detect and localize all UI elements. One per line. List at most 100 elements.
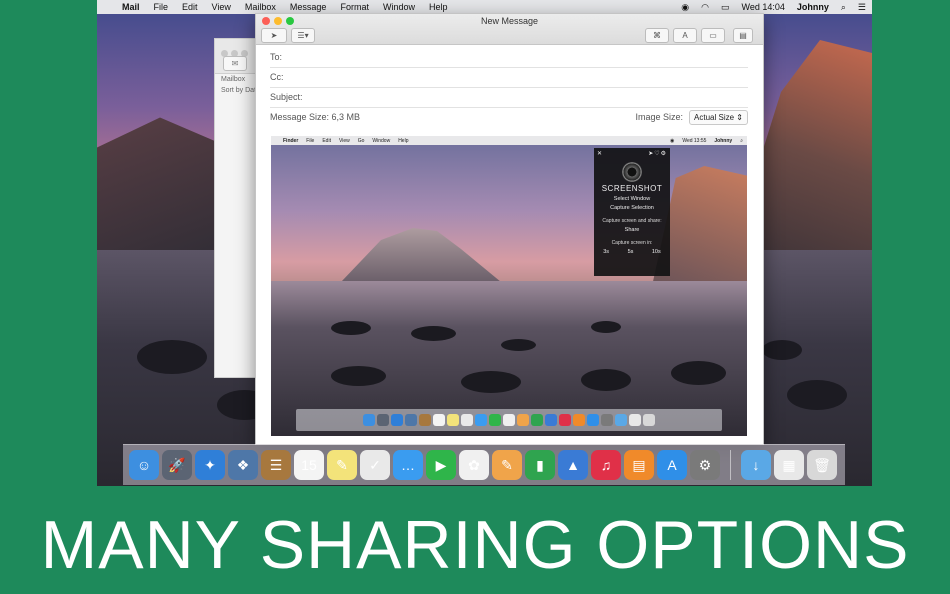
- cc-label: Cc:: [270, 72, 284, 82]
- rock: [411, 326, 456, 341]
- mini-preview-icon: [405, 414, 417, 426]
- facetime-icon[interactable]: ▶: [426, 450, 456, 480]
- rock: [591, 321, 621, 333]
- send-button[interactable]: ➤: [261, 28, 287, 43]
- subject-field[interactable]: Subject:: [270, 88, 748, 108]
- user-menu[interactable]: Johnny: [791, 0, 835, 14]
- menu-view[interactable]: View: [205, 0, 238, 14]
- dock-separator: [730, 450, 731, 480]
- camera-icon[interactable]: ◉: [675, 0, 695, 14]
- keynote-icon[interactable]: ▲: [558, 450, 588, 480]
- select-window-option[interactable]: Select Window: [594, 196, 670, 202]
- reminders-icon[interactable]: ✓: [360, 450, 390, 480]
- headline: MANY SHARING OPTIONS: [40, 507, 910, 583]
- itunes-icon[interactable]: ♫: [591, 450, 621, 480]
- mini-trash-icon: [643, 414, 655, 426]
- notification-center-icon[interactable]: ☰: [852, 0, 872, 14]
- desktop: Mail File Edit View Mailbox Message Form…: [97, 0, 872, 486]
- stationery-icon[interactable]: ▤: [733, 28, 753, 43]
- photos-icon[interactable]: ✿: [459, 450, 489, 480]
- popup-toolbar-icons[interactable]: ➤♡⚙: [648, 150, 667, 157]
- calendar-icon[interactable]: 15: [294, 450, 324, 480]
- compose-window: New Message ➤ ☰▾ ⌘ A ▭ ▤ To: Cc: Subject…: [255, 13, 764, 445]
- image-size-label: Image Size:: [635, 112, 684, 122]
- mini-finder-icon: [363, 414, 375, 426]
- screenshot-menu-bar: Finder File Edit View Go Window Help ◉ W…: [271, 136, 747, 145]
- format-button[interactable]: A: [673, 28, 697, 43]
- preview-icon[interactable]: ❖: [228, 450, 258, 480]
- rock: [137, 340, 207, 374]
- mini-system-preferences-icon: [601, 414, 613, 426]
- notes-icon[interactable]: ✎: [327, 450, 357, 480]
- screenshot-app-popup: ✕ ➤♡⚙ SCREENSHOT Select Window Capture S…: [594, 148, 670, 276]
- rock: [331, 321, 371, 335]
- messages-icon[interactable]: …: [393, 450, 423, 480]
- mini-keynote-icon: [545, 414, 557, 426]
- screenshot-menu-window: Window: [372, 137, 391, 144]
- screenshot-dock: [296, 409, 722, 431]
- menu-help[interactable]: Help: [422, 0, 455, 14]
- screenshot-user: Johnny: [714, 137, 733, 144]
- attach-icon[interactable]: ⌘: [645, 28, 669, 43]
- capture-in-label: Capture screen in:: [611, 240, 653, 246]
- status-area: ◉ ◠ ▭ Wed 14:04 Johnny ⌕ ☰: [675, 0, 872, 14]
- message-size: Message Size: 6,3 MB: [270, 112, 361, 122]
- battery-icon[interactable]: ▭: [715, 0, 736, 14]
- screenshot-app-name: Finder: [283, 137, 299, 144]
- popup-header: ✕ ➤♡⚙: [594, 148, 670, 160]
- pages-icon[interactable]: ✎: [492, 450, 522, 480]
- mini-notes-icon: [447, 414, 459, 426]
- mini-safari-icon: [391, 414, 403, 426]
- header-fields-button[interactable]: ☰▾: [291, 28, 315, 43]
- clock[interactable]: Wed 14:04: [735, 0, 790, 14]
- mini-documents-icon: [629, 414, 641, 426]
- numbers-icon[interactable]: ▮: [525, 450, 555, 480]
- app-store-icon[interactable]: A: [657, 450, 687, 480]
- message-info-row: Message Size: 6,3 MB Image Size: Actual …: [270, 108, 748, 127]
- menu-mailbox[interactable]: Mailbox: [238, 0, 283, 14]
- subject-label: Subject:: [270, 92, 303, 102]
- safari-icon[interactable]: ✦: [195, 450, 225, 480]
- wifi-icon[interactable]: ◠: [695, 0, 715, 14]
- screenshot-menu-view: View: [338, 137, 350, 144]
- rock: [461, 371, 521, 393]
- menu-window[interactable]: Window: [376, 0, 422, 14]
- documents-icon[interactable]: ▦: [774, 450, 804, 480]
- image-size-value: Actual Size: [694, 113, 735, 122]
- screenshot-menu-help: Help: [398, 137, 409, 144]
- trash-icon[interactable]: 🗑: [807, 450, 837, 480]
- screenshot-menu-go: Go: [357, 137, 365, 144]
- rock: [787, 380, 847, 410]
- menu-message[interactable]: Message: [283, 0, 334, 14]
- timer-10s[interactable]: 10s: [652, 249, 661, 255]
- capture-share-label: Capture screen and share:: [602, 218, 662, 224]
- mini-ibooks-icon: [573, 414, 585, 426]
- downloads-icon[interactable]: ↓: [741, 450, 771, 480]
- to-field[interactable]: To:: [270, 48, 748, 68]
- spotlight-icon: ⌕: [740, 137, 743, 144]
- system-preferences-icon[interactable]: ⚙: [690, 450, 720, 480]
- share-option[interactable]: Share: [594, 227, 670, 233]
- menu-edit[interactable]: Edit: [175, 0, 205, 14]
- mini-downloads-icon: [615, 414, 627, 426]
- menu-format[interactable]: Format: [333, 0, 376, 14]
- launchpad-icon[interactable]: 🚀: [162, 450, 192, 480]
- timer-options: 3s 5s 10s: [594, 249, 670, 255]
- app-menu[interactable]: Mail: [115, 0, 147, 14]
- mini-itunes-icon: [559, 414, 571, 426]
- image-size-select[interactable]: Actual Size ⇕: [689, 110, 748, 125]
- timer-3s[interactable]: 3s: [603, 249, 609, 255]
- contacts-icon[interactable]: ☰: [261, 450, 291, 480]
- close-icon[interactable]: ✕: [597, 150, 602, 157]
- photo-browser-icon[interactable]: ▭: [701, 28, 725, 43]
- spotlight-icon[interactable]: ⌕: [835, 0, 852, 14]
- envelope-icon[interactable]: ✉: [223, 56, 247, 71]
- cc-field[interactable]: Cc:: [270, 68, 748, 88]
- menu-file[interactable]: File: [147, 0, 176, 14]
- screenshot-menu-edit: Edit: [322, 137, 331, 144]
- capture-selection-option[interactable]: Capture Selection: [594, 205, 670, 211]
- ibooks-icon[interactable]: ▤: [624, 450, 654, 480]
- mini-pages-icon: [517, 414, 529, 426]
- finder-icon[interactable]: ☺: [129, 450, 159, 480]
- timer-5s[interactable]: 5s: [628, 249, 634, 255]
